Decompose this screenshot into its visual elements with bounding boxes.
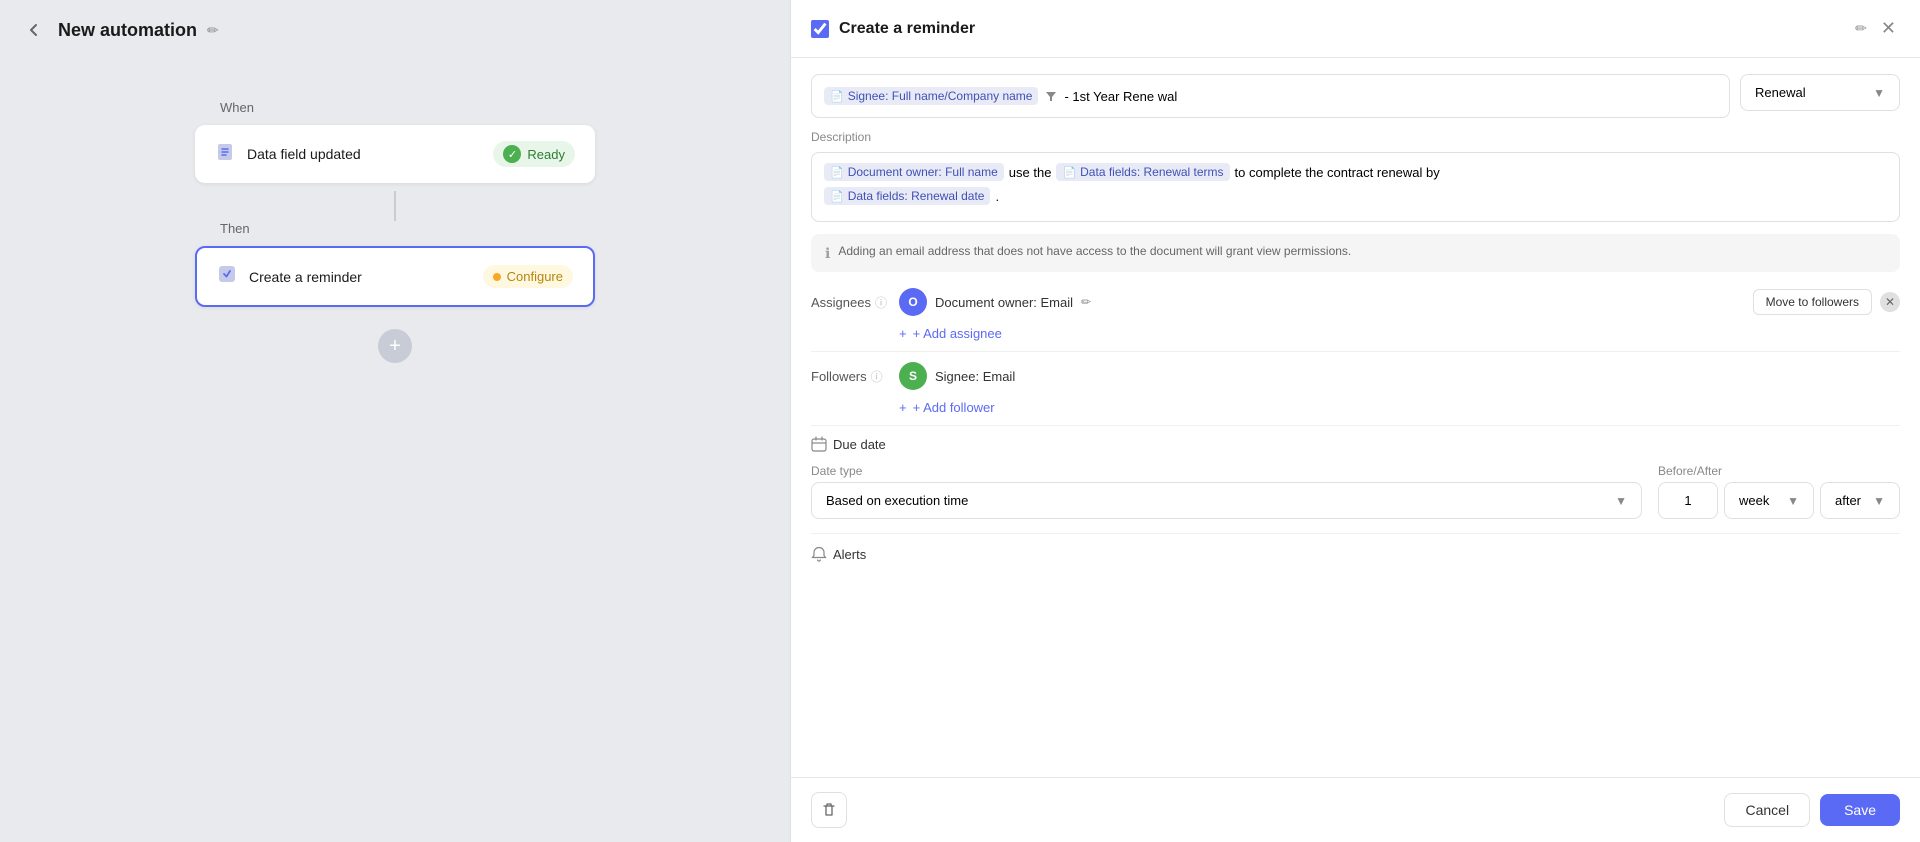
subject-token-field[interactable]: 📄 Signee: Full name/Company name - 1st Y… [811, 74, 1730, 118]
right-content: 📄 Signee: Full name/Company name - 1st Y… [791, 58, 1920, 777]
divider-2 [811, 425, 1900, 426]
add-assignee-link[interactable]: + + Add assignee [899, 326, 1900, 341]
date-type-chevron-icon: ▼ [1615, 494, 1627, 508]
doc-owner-token: 📄 Document owner: Full name [824, 163, 1004, 181]
follower-avatar: S [899, 362, 927, 390]
subject-field-row: 📄 Signee: Full name/Company name - 1st Y… [811, 74, 1900, 118]
followers-row: Followers ⓘ S Signee: Email [811, 362, 1900, 390]
renewal-date-token: 📄 Data fields: Renewal date [824, 187, 990, 205]
right-panel-title: Create a reminder [839, 20, 1845, 38]
ready-status-badge: ✓ Ready [493, 141, 575, 167]
trigger-card-icon [215, 142, 235, 167]
divider-1 [811, 351, 1900, 352]
configure-dot-icon [493, 273, 501, 281]
before-after-section: Before/After week ▼ after ▼ [1658, 464, 1900, 519]
date-type-label: Date type [811, 464, 1642, 478]
trash-icon [821, 802, 837, 818]
edit-title-icon[interactable]: ✏ [207, 22, 219, 39]
before-after-label: Before/After [1658, 464, 1900, 478]
assignees-info-icon: ⓘ [875, 294, 887, 311]
due-date-label: Due date [811, 436, 1900, 452]
trigger-card[interactable]: Data field updated ✓ Ready [195, 125, 595, 183]
alerts-label: Alerts [811, 546, 1900, 562]
add-step-button[interactable]: + [378, 329, 412, 363]
due-date-section: Due date Date type Based on execution ti… [811, 436, 1900, 519]
info-icon: ℹ [825, 245, 830, 262]
action-card-label: Create a reminder [249, 269, 471, 285]
filter-icon [1044, 89, 1058, 103]
number-input[interactable] [1658, 482, 1718, 519]
alerts-section: Alerts [811, 546, 1900, 562]
save-button[interactable]: Save [1820, 794, 1900, 826]
period-dropdown[interactable]: week ▼ [1724, 482, 1814, 519]
right-panel: Create a reminder ✏ ✕ 📄 Signee: Full nam… [790, 0, 1920, 842]
check-circle-icon: ✓ [503, 145, 521, 163]
remove-assignee-button[interactable]: ✕ [1880, 292, 1900, 312]
followers-label: Followers ⓘ [811, 368, 891, 385]
divider-3 [811, 533, 1900, 534]
token-doc-icon: 📄 [830, 90, 844, 103]
renewal-terms-token: 📄 Data fields: Renewal terms [1056, 163, 1229, 181]
right-footer: Cancel Save [791, 777, 1920, 842]
connector-line [394, 191, 396, 221]
header-checkbox[interactable] [811, 20, 829, 38]
close-button[interactable]: ✕ [1877, 14, 1900, 43]
action-card[interactable]: Create a reminder Configure [195, 246, 595, 307]
follower-name: Signee: Email [935, 369, 1015, 384]
edit-assignee-icon[interactable]: ✏ [1081, 295, 1091, 309]
action-card-icon [217, 264, 237, 289]
add-follower-plus-icon: + [899, 400, 907, 415]
date-type-dropdown[interactable]: Based on execution time ▼ [811, 482, 1642, 519]
move-followers-button[interactable]: Move to followers [1753, 289, 1872, 315]
then-label: Then [220, 221, 250, 236]
right-header: Create a reminder ✏ ✕ [791, 0, 1920, 58]
info-box: ℹ Adding an email address that does not … [811, 234, 1900, 272]
flow-area: When Data field updated ✓ Ready Then [0, 60, 790, 842]
period-chevron-icon: ▼ [1787, 494, 1799, 508]
left-panel: New automation ✏ When Data field updated… [0, 0, 790, 842]
date-type-before-after-row: Date type Based on execution time ▼ Befo… [811, 464, 1900, 519]
description-field[interactable]: 📄 Document owner: Full name use the 📄 Da… [811, 152, 1900, 222]
followers-info-icon: ⓘ [871, 368, 883, 385]
page-title: New automation [58, 20, 197, 41]
desc-line-1: 📄 Document owner: Full name use the 📄 Da… [824, 163, 1887, 181]
when-label: When [220, 100, 254, 115]
calendar-icon [811, 436, 827, 452]
bell-icon [811, 546, 827, 562]
add-follower-link[interactable]: + + Add follower [899, 400, 1900, 415]
left-header: New automation ✏ [0, 0, 790, 60]
configure-status-badge: Configure [483, 265, 573, 288]
delete-button[interactable] [811, 792, 847, 828]
date-type-section: Date type Based on execution time ▼ [811, 464, 1642, 519]
back-button[interactable] [20, 16, 48, 44]
edit-action-title-icon[interactable]: ✏ [1855, 20, 1867, 37]
trigger-card-label: Data field updated [247, 146, 481, 162]
add-assignee-plus-icon: + [899, 326, 907, 341]
assignees-row: Assignees ⓘ O Document owner: Email ✏ Mo… [811, 288, 1900, 316]
desc-doc-icon-1: 📄 [830, 166, 844, 179]
description-label: Description [811, 130, 1900, 144]
timing-dropdown[interactable]: after ▼ [1820, 482, 1900, 519]
desc-doc-icon-2: 📄 [1062, 166, 1076, 179]
renewal-dropdown[interactable]: Renewal ▼ [1740, 74, 1900, 111]
signee-token: 📄 Signee: Full name/Company name [824, 87, 1038, 105]
assignee-avatar: O [899, 288, 927, 316]
assignee-name: Document owner: Email [935, 295, 1073, 310]
desc-line-2: 📄 Data fields: Renewal date . [824, 187, 1887, 205]
timing-chevron-icon: ▼ [1873, 494, 1885, 508]
cancel-button[interactable]: Cancel [1724, 793, 1810, 827]
desc-doc-icon-3: 📄 [830, 190, 844, 203]
assignees-label: Assignees ⓘ [811, 294, 891, 311]
dropdown-chevron-icon: ▼ [1873, 86, 1885, 100]
